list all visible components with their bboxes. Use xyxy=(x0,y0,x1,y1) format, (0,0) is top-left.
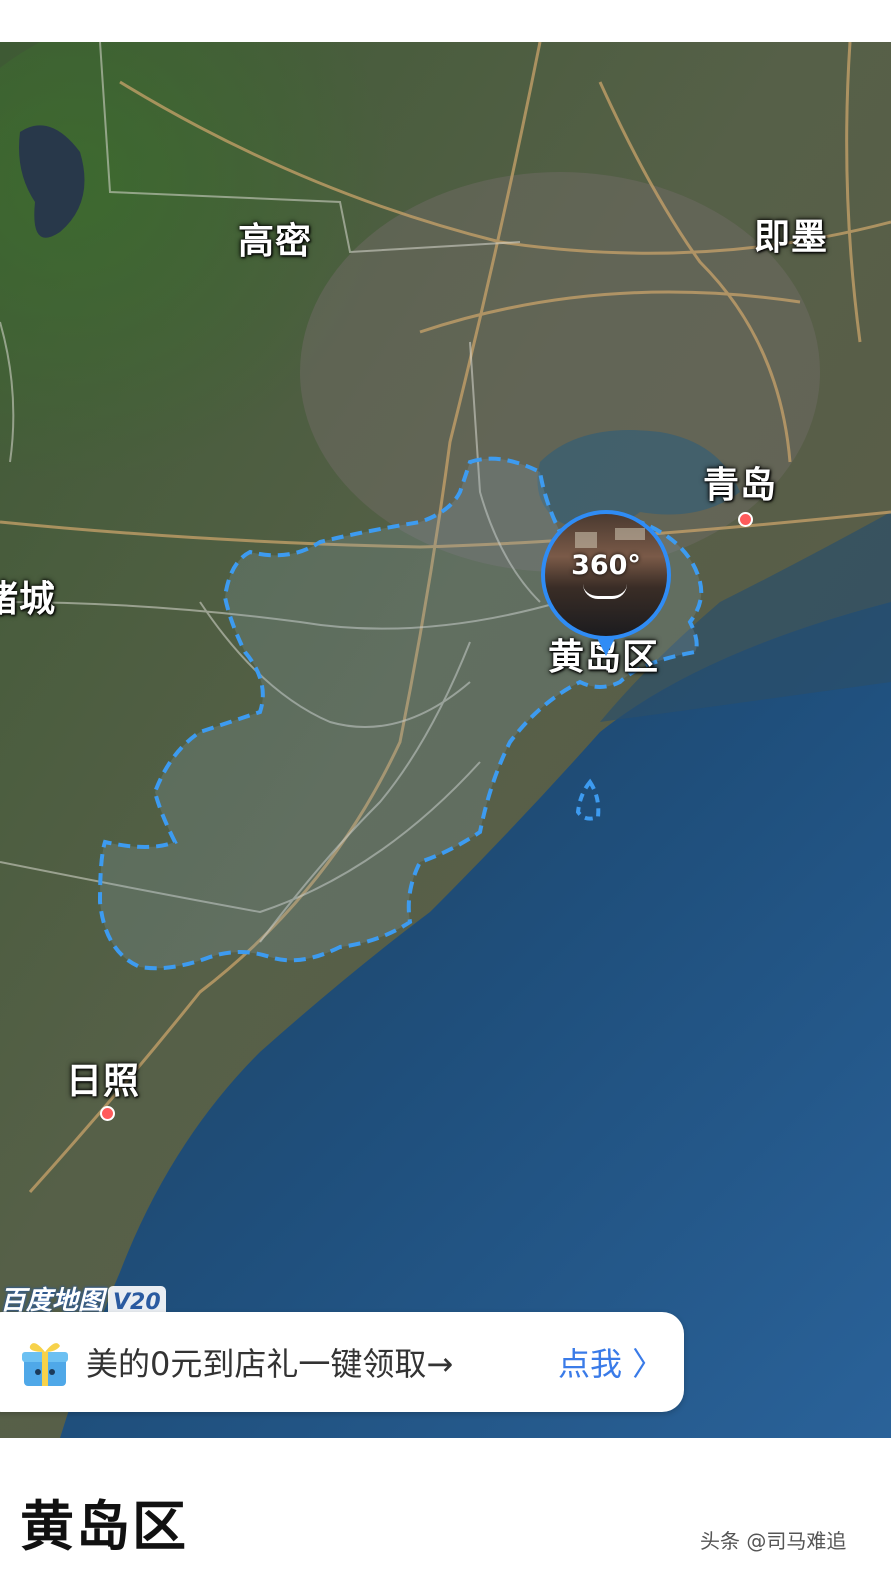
place-title: 黄岛区 xyxy=(20,1495,188,1558)
label-rizhao: 日照 xyxy=(66,1061,141,1102)
label-zhucheng: 诸城 xyxy=(0,579,57,620)
satellite-map[interactable]: 高密 即墨 青岛 诸城 黄岛区 日照 360° 百度地图 V20 美的0元到店礼一… xyxy=(0,42,891,1438)
top-bar xyxy=(0,0,891,42)
pin-pointer-icon xyxy=(596,636,616,656)
label-jimo: 即墨 xyxy=(754,217,829,258)
promo-cta-link[interactable]: 点我 〉 xyxy=(558,1339,664,1385)
qingdao-city-dot xyxy=(738,512,753,527)
rotate-arrow-icon xyxy=(583,584,627,599)
gift-icon xyxy=(22,1343,68,1386)
label-qingdao: 青岛 xyxy=(703,465,778,506)
rizhao-city-dot xyxy=(100,1106,115,1121)
source-watermark: 头条 @司马难追 xyxy=(700,1529,847,1553)
panorama-360-badge: 360° xyxy=(571,550,641,581)
promo-text: 美的0元到店礼一键领取→ xyxy=(86,1345,454,1383)
promo-banner[interactable]: 美的0元到店礼一键领取→ 点我 〉 xyxy=(0,1312,684,1412)
panorama-thumbnail[interactable]: 360° xyxy=(541,510,671,640)
label-gaomi: 高密 xyxy=(238,221,313,262)
